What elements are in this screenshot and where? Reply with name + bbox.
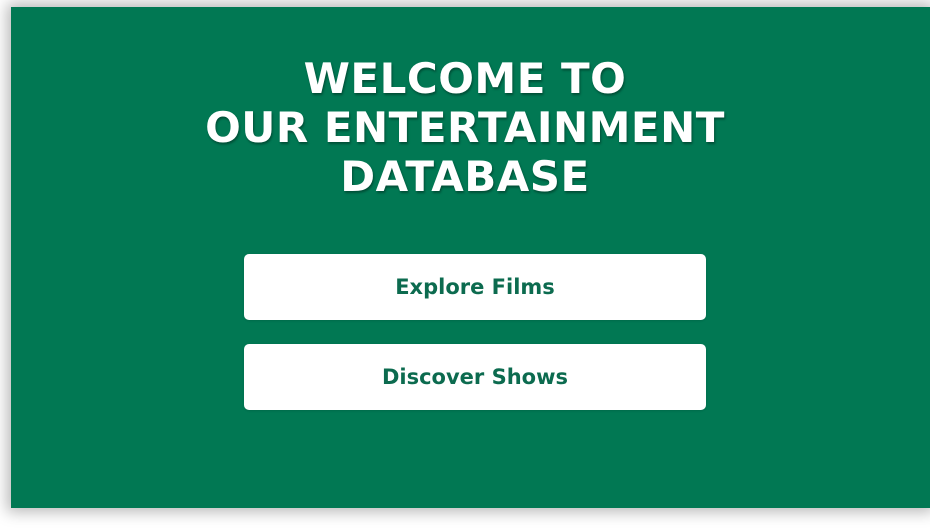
page-title: WELCOME TO OUR ENTERTAINMENT DATABASE: [0, 54, 930, 201]
discover-shows-button[interactable]: Discover Shows: [244, 344, 706, 410]
explore-films-button[interactable]: Explore Films: [244, 254, 706, 320]
title-line-1: WELCOME TO: [303, 54, 627, 103]
title-line-2: OUR ENTERTAINMENT: [205, 103, 725, 152]
title-line-3: DATABASE: [340, 152, 590, 201]
